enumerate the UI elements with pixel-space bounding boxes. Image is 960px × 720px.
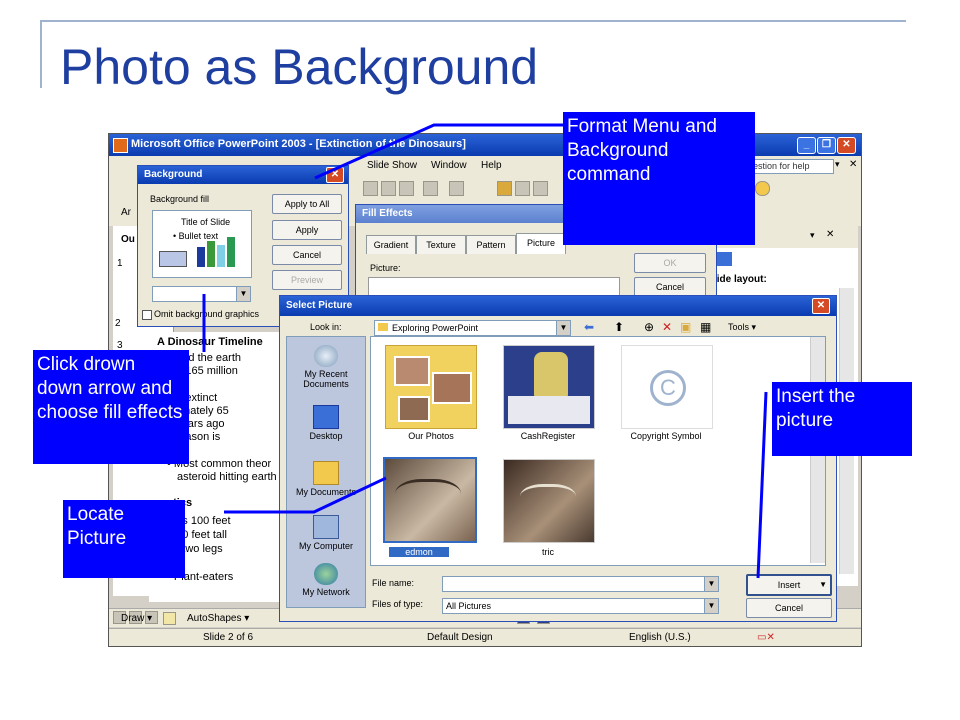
callout-format-menu: Format Menu and Background command [563, 112, 755, 245]
callout-dropdown: Click drown down arrow and choose fill e… [33, 350, 189, 464]
line-locate [224, 476, 387, 514]
line-format-menu [314, 123, 563, 180]
line-insert [756, 391, 768, 579]
callout-insert: Insert the picture [772, 382, 912, 456]
callout-locate-picture: Locate Picture [63, 500, 185, 578]
